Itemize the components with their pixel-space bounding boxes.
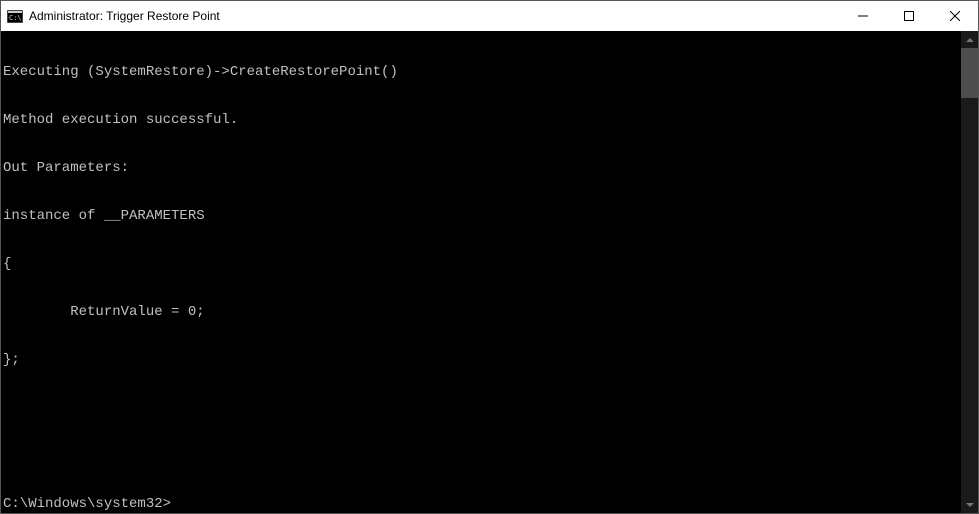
titlebar[interactable]: C:\ Administrator: Trigger Restore Point <box>1 1 978 31</box>
console-area: Executing (SystemRestore)->CreateRestore… <box>1 31 978 513</box>
cmd-window: C:\ Administrator: Trigger Restore Point… <box>0 0 979 514</box>
cursor <box>171 496 179 511</box>
output-line: Executing (SystemRestore)->CreateRestore… <box>3 64 959 80</box>
output-line: }; <box>3 352 959 368</box>
scroll-thumb[interactable] <box>961 48 978 98</box>
svg-text:C:\: C:\ <box>9 14 22 22</box>
output-line: { <box>3 256 959 272</box>
output-line: instance of __PARAMETERS <box>3 208 959 224</box>
maximize-button[interactable] <box>886 1 932 31</box>
output-line: ReturnValue = 0; <box>3 304 959 320</box>
output-line: Method execution successful. <box>3 112 959 128</box>
cmd-icon: C:\ <box>7 9 23 23</box>
vertical-scrollbar[interactable] <box>961 31 978 513</box>
prompt-text: C:\Windows\system32> <box>3 496 171 512</box>
window-controls <box>840 1 978 31</box>
window-title: Administrator: Trigger Restore Point <box>29 9 840 23</box>
output-line: Out Parameters: <box>3 160 959 176</box>
output-line <box>3 400 959 416</box>
console-output[interactable]: Executing (SystemRestore)->CreateRestore… <box>1 31 961 513</box>
close-button[interactable] <box>932 1 978 31</box>
prompt-line: C:\Windows\system32> <box>3 496 959 512</box>
scroll-up-arrow[interactable] <box>961 31 978 48</box>
minimize-button[interactable] <box>840 1 886 31</box>
output-line <box>3 448 959 464</box>
scroll-down-arrow[interactable] <box>961 496 978 513</box>
